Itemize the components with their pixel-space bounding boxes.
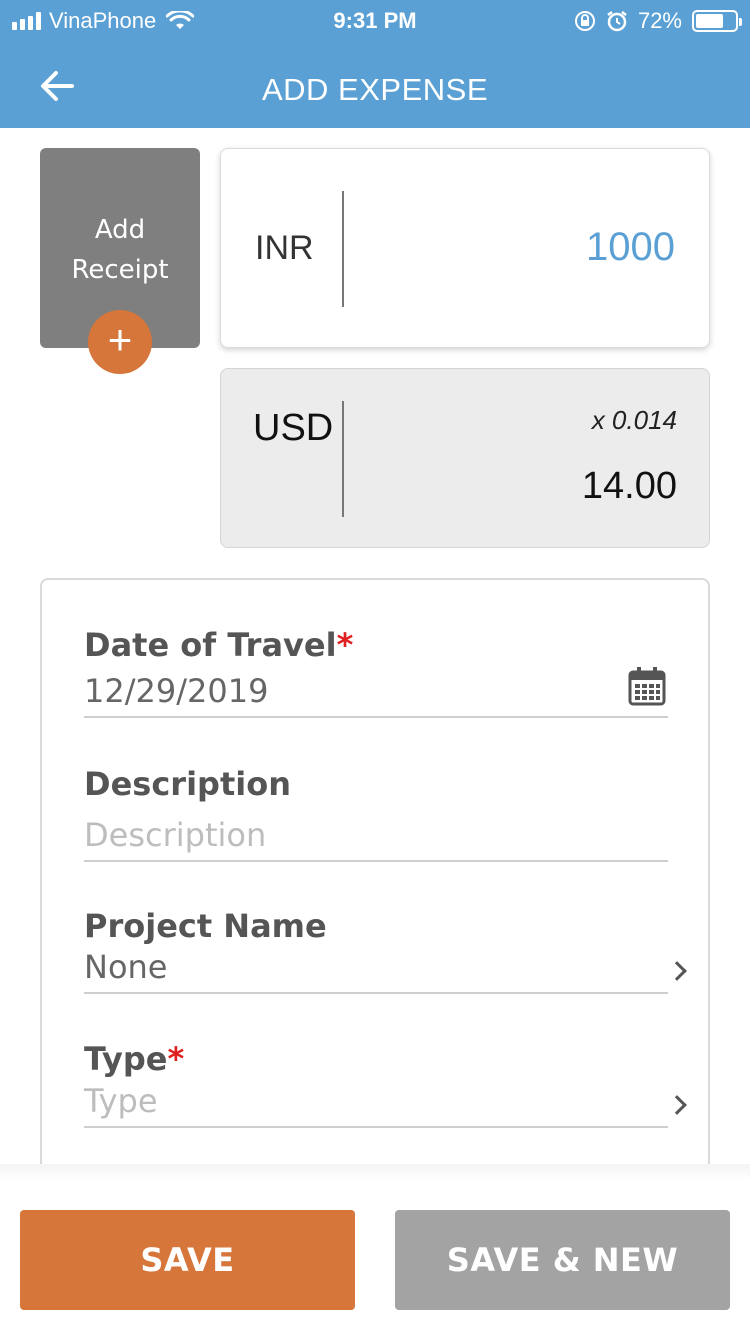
add-receipt-label: Add Receipt bbox=[40, 210, 200, 290]
project-value: None bbox=[84, 948, 168, 986]
date-field[interactable]: 12/29/2019 bbox=[84, 667, 668, 718]
type-label-text: Type bbox=[84, 1040, 168, 1078]
expense-form: Date of Travel* 12/29/2019 Description D… bbox=[40, 578, 710, 1198]
add-receipt-label-line2: Receipt bbox=[71, 255, 169, 285]
required-mark: * bbox=[336, 626, 354, 664]
date-value: 12/29/2019 bbox=[84, 672, 269, 710]
status-bar: VinaPhone 9:31 PM 72% bbox=[0, 0, 750, 40]
orientation-lock-icon bbox=[574, 11, 595, 31]
save-and-new-button[interactable]: SAVE & NEW bbox=[395, 1210, 730, 1310]
amount-currency[interactable]: INR bbox=[255, 229, 314, 268]
exchange-rate: x 0.014 bbox=[591, 405, 677, 435]
amount-input[interactable]: 1000 bbox=[586, 225, 675, 270]
app-header: VinaPhone 9:31 PM 72% ADD EXPENSE bbox=[0, 0, 750, 128]
type-placeholder: Type bbox=[84, 1082, 158, 1120]
add-receipt-label-line1: Add bbox=[94, 215, 146, 245]
page-title: ADD EXPENSE bbox=[261, 72, 488, 107]
chevron-right-icon bbox=[667, 1095, 687, 1115]
type-label: Type* bbox=[84, 1040, 184, 1078]
date-label: Date of Travel* bbox=[84, 626, 353, 664]
converted-amount: 14.00 bbox=[581, 465, 677, 507]
type-select[interactable]: Type bbox=[84, 1082, 687, 1128]
project-label: Project Name bbox=[84, 907, 327, 945]
converted-currency: USD bbox=[253, 407, 334, 449]
converted-amount-card: USD x 0.014 14.00 bbox=[220, 368, 710, 548]
date-label-text: Date of Travel bbox=[84, 626, 337, 664]
description-input[interactable]: Description bbox=[84, 816, 668, 862]
save-button[interactable]: SAVE bbox=[20, 1210, 355, 1310]
description-label: Description bbox=[84, 765, 291, 803]
amount-card[interactable]: INR 1000 bbox=[220, 148, 710, 348]
add-receipt-plus-button[interactable]: + bbox=[88, 310, 152, 374]
project-select[interactable]: None bbox=[84, 948, 687, 994]
action-bar-shadow bbox=[0, 1164, 750, 1180]
alarm-icon bbox=[607, 11, 627, 32]
currency-divider bbox=[342, 401, 344, 517]
status-right: 72% bbox=[574, 8, 742, 34]
battery-percent: 72% bbox=[637, 8, 682, 33]
required-mark: * bbox=[167, 1040, 185, 1078]
battery-fill bbox=[696, 14, 724, 28]
battery-icon bbox=[692, 10, 742, 32]
calendar-icon[interactable] bbox=[628, 666, 666, 706]
currency-divider bbox=[342, 191, 344, 307]
chevron-right-icon bbox=[667, 961, 687, 981]
